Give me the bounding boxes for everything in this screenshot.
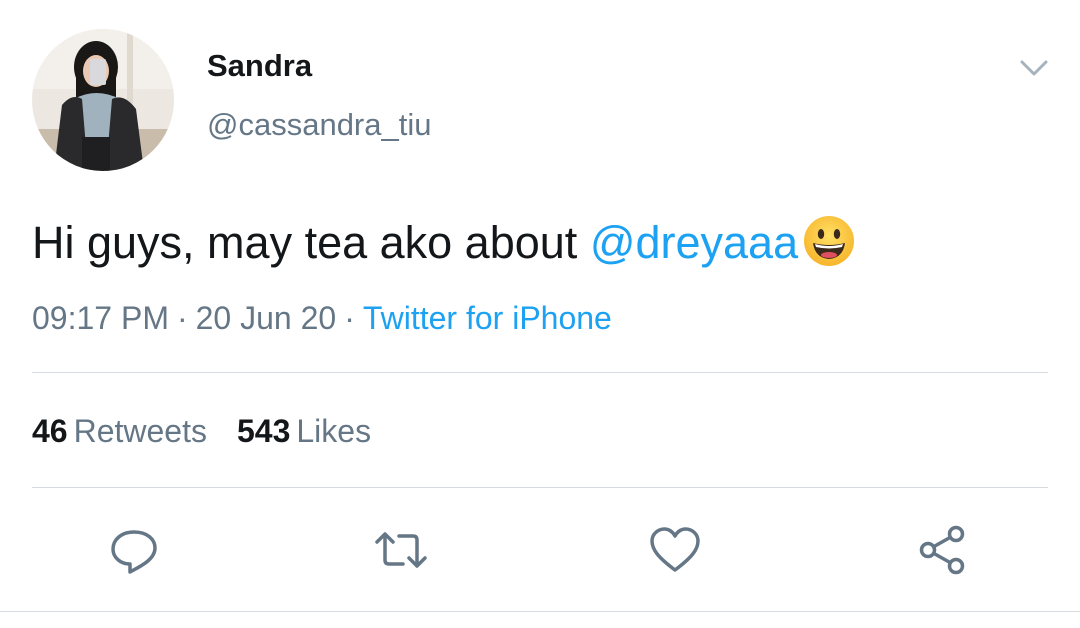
meta-separator: · [344, 300, 355, 336]
retweets-label: Retweets [73, 413, 207, 449]
meta-separator: · [176, 300, 188, 336]
tweet-meta: 09:17 PM · 20 Jun 20 · Twitter for iPhone [32, 298, 612, 338]
divider [32, 372, 1048, 373]
tweet-stats: 46 Retweets 543 Likes [32, 411, 401, 451]
display-name[interactable]: Sandra [207, 48, 312, 84]
tweet-source-link[interactable]: Twitter for iPhone [363, 300, 612, 336]
retweets-stat[interactable]: 46 Retweets [32, 413, 207, 449]
tweet-time: 09:17 PM [32, 300, 169, 336]
reply-icon[interactable] [106, 522, 162, 578]
tweet-body: Hi guys, may tea ako about [32, 217, 590, 268]
avatar-photo [32, 29, 174, 171]
chevron-down-icon[interactable] [1014, 52, 1054, 84]
likes-label: Likes [296, 413, 372, 449]
likes-count: 543 [236, 413, 291, 449]
share-icon[interactable] [914, 522, 970, 578]
user-handle[interactable]: @cassandra_tiu [207, 107, 431, 143]
retweet-icon[interactable] [373, 522, 429, 578]
tweet-date: 20 Jun 20 [195, 300, 337, 336]
avatar[interactable] [32, 29, 174, 171]
likes-stat[interactable]: 543 Likes [237, 413, 371, 449]
divider [0, 611, 1080, 612]
heart-icon[interactable] [647, 522, 703, 578]
divider [32, 487, 1048, 488]
mention-link[interactable]: @dreyaaa [590, 217, 798, 268]
grinning-face-emoji-icon [802, 214, 856, 268]
retweets-count: 46 [32, 413, 68, 449]
tweet-detail: Sandra @cassandra_tiu Hi guys, may tea a… [0, 0, 1080, 628]
tweet-text: Hi guys, may tea ako about @dreyaaa [32, 214, 856, 272]
